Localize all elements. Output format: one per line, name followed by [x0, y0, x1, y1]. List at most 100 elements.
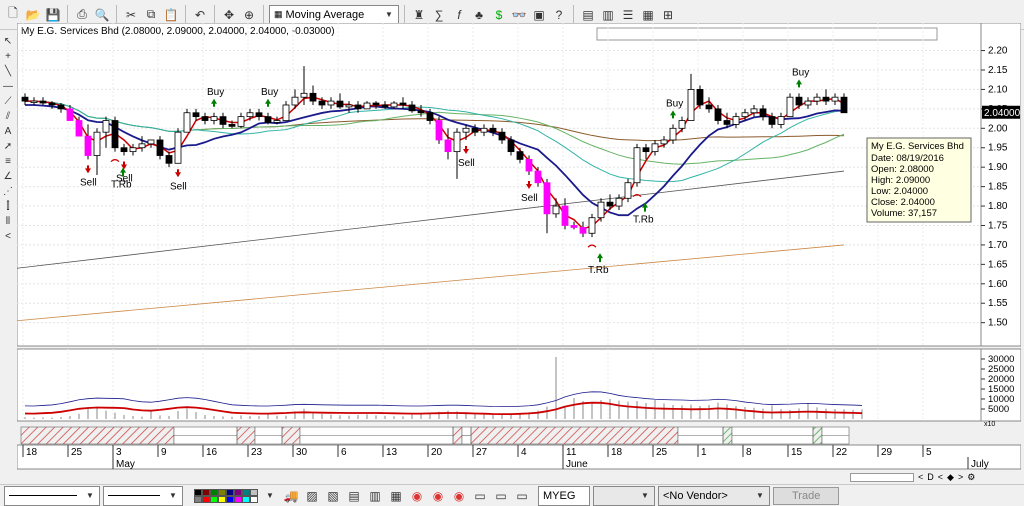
fan-icon[interactable]: ⋰ [1, 184, 15, 198]
chart-area[interactable]: My E.G. Services Bhd (2.08000, 2.09000, … [17, 23, 1021, 475]
new-file-icon[interactable]: 🗋 [4, 5, 22, 25]
point-figure-icon[interactable]: ▦ [387, 486, 405, 506]
color-swatch[interactable] [242, 495, 250, 503]
cascade-icon[interactable]: ⊞ [659, 5, 677, 25]
candle-body [597, 201, 605, 219]
color-swatch[interactable] [242, 488, 250, 496]
trade-button[interactable]: Trade [773, 486, 840, 505]
cycle-icon[interactable]: ⦀ [1, 214, 15, 228]
alert-icon[interactable]: ♣ [470, 5, 488, 25]
stock-icon[interactable]: ♜ [410, 5, 428, 25]
color-swatch[interactable] [218, 495, 226, 503]
scroll-settings-icon[interactable]: ⚙ [967, 472, 975, 483]
line-chart-icon[interactable]: ▤ [345, 486, 363, 506]
channel-tool-icon[interactable]: ⫽ [1, 109, 15, 123]
truck-icon[interactable]: 🚚 [282, 486, 300, 506]
color-swatch[interactable] [202, 495, 210, 503]
print-icon[interactable]: ⎙ [73, 5, 91, 25]
scroll-period-icon[interactable]: D [927, 472, 934, 482]
color-swatch[interactable] [250, 488, 258, 496]
arrow-tool-icon[interactable]: ➚ [1, 139, 15, 153]
line-width-combo[interactable]: ▼ [103, 485, 183, 506]
chart-type-icon[interactable]: ▨ [303, 486, 321, 506]
candle-body [84, 135, 92, 156]
color-swatch[interactable] [234, 488, 242, 496]
undo-icon[interactable]: ↶ [191, 5, 209, 25]
ray-tool-icon[interactable]: ⟋ [1, 94, 15, 108]
color-swatch[interactable] [234, 495, 242, 503]
candle-body [165, 155, 173, 164]
color-palette [194, 488, 258, 503]
crosshair-icon[interactable]: ✥ [220, 5, 238, 25]
browser-icon-3[interactable]: ◉ [450, 486, 468, 506]
price-tick-label: 1.65 [988, 259, 1008, 270]
symbol-field[interactable]: MYEG [538, 485, 590, 506]
palette-dropdown-icon[interactable]: ▼ [261, 486, 279, 506]
scroll-track[interactable] [850, 472, 914, 482]
cut-icon[interactable]: ✂ [122, 5, 140, 25]
zoom-icon[interactable]: ⊕ [240, 5, 258, 25]
scroll-prev-icon[interactable]: < [938, 472, 943, 482]
scroll-next-icon[interactable]: > [958, 472, 963, 482]
bar-chart-icon[interactable]: ▧ [324, 486, 342, 506]
color-swatch[interactable] [210, 495, 218, 503]
gann-icon[interactable]: ∠ [1, 169, 15, 183]
color-swatch[interactable] [202, 488, 210, 496]
info-box-line: Low: 2.04000 [871, 186, 928, 197]
x-day-label: 25 [656, 447, 668, 458]
regression-icon[interactable]: ⫿ [1, 199, 15, 213]
crosshair-tool-icon[interactable]: + [1, 49, 15, 63]
browser-icon[interactable]: ◉ [408, 486, 426, 506]
candle-body [741, 112, 749, 118]
color-swatch[interactable] [250, 495, 258, 503]
color-swatch[interactable] [226, 495, 234, 503]
tile-h-icon[interactable]: ☰ [619, 5, 637, 25]
open-folder-icon[interactable]: 📂 [24, 5, 42, 25]
color-swatch[interactable] [210, 488, 218, 496]
save-icon[interactable]: 💾 [44, 5, 62, 25]
dollar-icon[interactable]: $ [490, 5, 508, 25]
print-preview-icon[interactable]: 🔍 [93, 5, 111, 25]
candle-body [768, 116, 776, 125]
fibonacci-icon[interactable]: ≡ [1, 154, 15, 168]
candle-body [705, 104, 713, 110]
color-swatch[interactable] [194, 495, 202, 503]
scroll-left-icon[interactable]: < [918, 472, 923, 482]
exchange-combo[interactable]: ▼ [593, 485, 655, 506]
line-tool-icon[interactable]: ╲ [1, 64, 15, 78]
tile-v-icon[interactable]: ▦ [639, 5, 657, 25]
horizontal-line-icon[interactable]: — [1, 79, 15, 93]
browser-icon-2[interactable]: ◉ [429, 486, 447, 506]
color-swatch[interactable] [218, 488, 226, 496]
sell-label: Sell [170, 181, 187, 192]
text-tool-icon[interactable]: A [1, 124, 15, 138]
candle-body [408, 104, 416, 112]
scan-icon[interactable]: ▣ [530, 5, 548, 25]
window-icon[interactable]: ▥ [599, 5, 617, 25]
color-swatch[interactable] [226, 488, 234, 496]
candle-body [417, 110, 425, 114]
indicator-combo[interactable]: ▦ Moving Average ▼ [269, 4, 399, 25]
vendor-combo[interactable]: <No Vendor> ▼ [658, 485, 770, 506]
candle-body [336, 100, 344, 108]
candle-chart-icon[interactable]: ▥ [366, 486, 384, 506]
binoculars-icon[interactable]: 👓 [510, 5, 528, 25]
copy-icon[interactable]: ⧉ [142, 5, 160, 25]
paste-icon[interactable]: 📋 [162, 5, 180, 25]
layout-icon[interactable]: ▤ [579, 5, 597, 25]
help-icon[interactable]: ? [550, 5, 568, 25]
line-style-preview [9, 495, 77, 496]
x-day-label: 8 [746, 447, 752, 458]
angle-icon[interactable]: < [1, 229, 15, 243]
window-split-icon-2[interactable]: ▭ [492, 486, 510, 506]
pointer-icon[interactable]: ↖ [1, 34, 15, 48]
function-icon[interactable]: f [450, 5, 468, 25]
candle-body [327, 100, 335, 106]
line-style-combo[interactable]: ▼ [4, 485, 100, 506]
formula-icon[interactable]: ∑ [430, 5, 448, 25]
window-split-icon[interactable]: ▭ [471, 486, 489, 506]
scroll-center-icon[interactable]: ◆ [947, 472, 954, 483]
window-split-icon-3[interactable]: ▭ [513, 486, 531, 506]
color-swatch[interactable] [194, 488, 202, 496]
candle-body [444, 139, 452, 153]
